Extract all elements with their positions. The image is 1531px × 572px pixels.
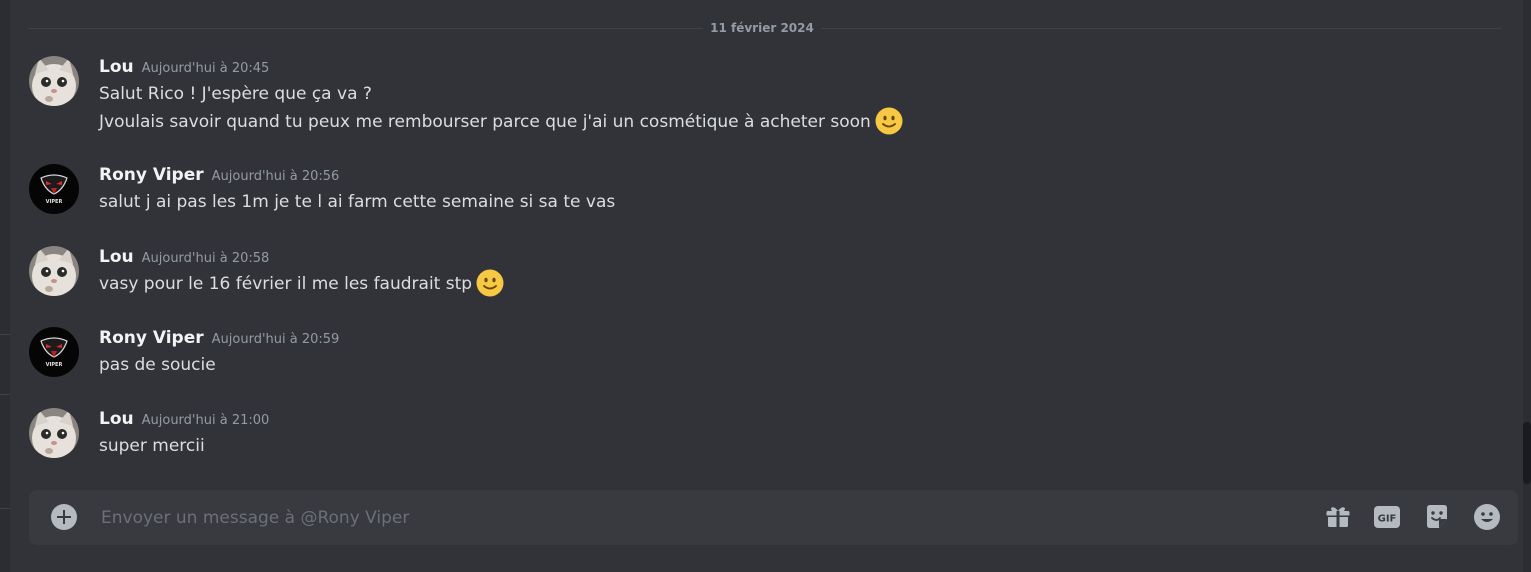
message-header: Rony Viper Aujourd'hui à 20:59 [99, 327, 339, 351]
author-name[interactable]: Rony Viper [99, 165, 204, 185]
timestamp: Aujourd'hui à 20:45 [141, 61, 270, 76]
gift-icon[interactable] [1324, 503, 1352, 531]
plus-circle-icon[interactable] [51, 504, 77, 530]
message-composer: GIF [29, 490, 1518, 545]
message-line: pas de soucie [99, 355, 216, 375]
timestamp: Aujourd'hui à 20:58 [141, 251, 270, 266]
author-name[interactable]: Rony Viper [99, 328, 204, 348]
author-name[interactable]: Lou [99, 57, 134, 77]
message-line: salut j ai pas les 1m je te l ai farm ce… [99, 192, 616, 212]
scrollbar-thumb[interactable] [1523, 422, 1531, 484]
left-sidebar-edge [0, 0, 10, 572]
message-line: vasy pour le 16 février il me les faudra… [99, 269, 504, 297]
date-divider-label: 11 février 2024 [703, 20, 821, 36]
message-input[interactable] [99, 503, 1203, 533]
slightly-smiling-face-icon [476, 269, 504, 296]
timestamp: Aujourd'hui à 20:59 [211, 332, 340, 347]
gif-label: GIF [1378, 514, 1397, 525]
avatar[interactable] [29, 246, 79, 296]
author-name[interactable]: Lou [99, 247, 134, 267]
message-line: Salut Rico ! J'espère que ça va ? [99, 84, 372, 104]
sticker-icon[interactable] [1423, 503, 1451, 531]
author-name[interactable]: Lou [99, 409, 134, 429]
scrollbar[interactable] [1523, 0, 1531, 572]
message-text: vasy pour le 16 février il me les faudra… [99, 274, 473, 294]
message-header: Rony Viper Aujourd'hui à 20:56 [99, 164, 339, 188]
avatar[interactable] [29, 408, 79, 458]
avatar-text: VIPER [46, 362, 63, 368]
avatar[interactable]: VIPER [29, 164, 79, 214]
message-line: super mercii [99, 436, 205, 456]
slightly-smiling-face-icon [875, 107, 903, 134]
gif-icon[interactable]: GIF [1373, 503, 1401, 531]
timestamp: Aujourd'hui à 20:56 [211, 169, 340, 184]
emoji-icon[interactable] [1473, 503, 1501, 531]
message-header: Lou Aujourd'hui à 21:00 [99, 408, 269, 432]
avatar[interactable] [29, 56, 79, 106]
timestamp: Aujourd'hui à 21:00 [141, 413, 270, 428]
avatar[interactable]: VIPER [29, 327, 79, 377]
message-line: Jvoulais savoir quand tu peux me rembour… [99, 107, 903, 135]
message-header: Lou Aujourd'hui à 20:45 [99, 56, 269, 80]
avatar-text: VIPER [46, 199, 63, 205]
message-header: Lou Aujourd'hui à 20:58 [99, 246, 269, 270]
message-text: Jvoulais savoir quand tu peux me rembour… [99, 112, 871, 132]
